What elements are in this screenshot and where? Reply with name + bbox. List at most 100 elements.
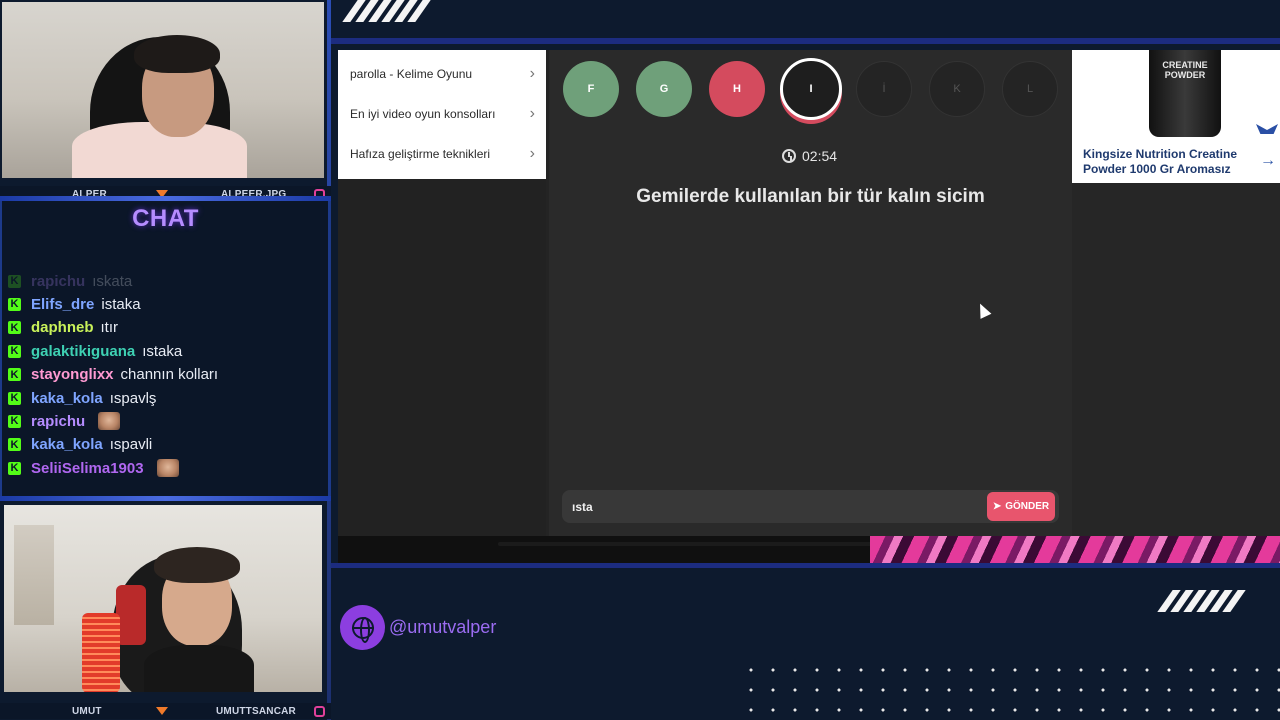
streamer-hair <box>154 547 240 583</box>
chevron-down-icon <box>156 707 168 715</box>
letter-label: F <box>587 83 595 95</box>
suggestion-label: En iyi video oyun konsolları <box>350 107 496 121</box>
name-bar-bottom: UMUT UMUTTSANCAR <box>0 703 331 719</box>
game-board <box>549 50 1072 536</box>
question-text: Gemilerde kullanılan bir tür kalın sicim <box>636 186 985 207</box>
kick-badge-icon: K <box>8 321 21 335</box>
streamer-hair <box>134 35 220 73</box>
chat-message: Krapichu <box>8 411 121 431</box>
chat-message: Kkaka_kola ıspavli <box>8 435 152 455</box>
chevron-right-icon: › <box>529 105 535 122</box>
chat-username[interactable]: galaktikiguana <box>31 343 135 360</box>
chat-title: CHAT <box>132 205 199 232</box>
product-image: CREATINE POWDER <box>1149 50 1221 137</box>
answer-box: ➤ GÖNDER <box>562 490 1059 523</box>
kick-badge-icon: K <box>8 368 21 382</box>
suggestion-item[interactable]: En iyi video oyun konsolları › <box>350 94 535 134</box>
letter-circle-done: G <box>636 61 692 117</box>
kick-badge-icon: K <box>8 438 21 452</box>
letter-circle-pending: L <box>1002 61 1058 117</box>
kick-badge-icon: K <box>8 274 21 288</box>
microphone <box>82 613 120 692</box>
letter-label: H <box>733 83 741 95</box>
chat-message: K Elifs_dre istaka <box>8 294 141 314</box>
letter-circle-active: I <box>780 58 842 120</box>
chair-red-accent <box>116 585 146 645</box>
chat-username[interactable]: stayonglixx <box>31 366 114 383</box>
send-button[interactable]: ➤ GÖNDER <box>987 492 1055 521</box>
chat-top-divider <box>0 196 331 201</box>
chat-username[interactable]: Elifs_dre <box>31 296 94 313</box>
suggestion-label: parolla - Kelime Oyunu <box>350 67 473 81</box>
chat-username[interactable]: kaka_kola <box>31 436 103 453</box>
kick-badge-icon: K <box>8 461 21 475</box>
brand-logo-icon <box>1256 124 1278 134</box>
suggestion-item[interactable]: Hafıza geliştirme teknikleri › <box>350 134 535 174</box>
streamer-name-bottom: UMUT <box>72 705 102 717</box>
instagram-icon <box>314 706 325 717</box>
kick-badge-icon: K <box>8 344 21 358</box>
shelf-decor <box>14 525 54 625</box>
chat-text: ıtır <box>100 319 119 337</box>
social-handle-text: @umutvalper <box>389 617 497 637</box>
streamer-shirt <box>144 645 254 692</box>
chat-username[interactable]: SeliiSelima1903 <box>31 460 144 477</box>
send-label: GÖNDER <box>1005 501 1050 512</box>
kick-badge-icon: K <box>8 391 21 405</box>
chat-text: ıspavlş <box>109 389 157 407</box>
horizontal-scrollbar[interactable] <box>498 542 903 546</box>
timer-value: 02:54 <box>802 148 838 164</box>
suggestion-item[interactable]: parolla - Kelime Oyunu › <box>350 54 535 94</box>
chat-text: channın kolları <box>120 366 219 384</box>
top-divider-line <box>331 38 1280 44</box>
kick-badge-icon: K <box>8 297 21 311</box>
chat-username[interactable]: daphneb <box>31 319 94 336</box>
pink-banner-decor <box>870 536 1280 563</box>
webcam-umut <box>4 505 322 692</box>
globe-icon <box>340 605 385 650</box>
streamer-handle-bottom: UMUTTSANCAR <box>216 705 296 717</box>
chat-text: ıskata <box>92 272 133 290</box>
letter-label: L <box>1026 83 1034 95</box>
chevron-right-icon: › <box>529 145 535 162</box>
answer-input[interactable] <box>572 498 972 516</box>
letter-circle-wrong: H <box>709 61 765 117</box>
bottom-divider-line <box>331 563 1280 568</box>
product-ad[interactable]: CREATINE POWDER Kingsize Nutrition Creat… <box>1072 50 1280 183</box>
letter-circle-pending: İ <box>856 61 912 117</box>
suggestion-list: parolla - Kelime Oyunu › En iyi video oy… <box>338 50 546 179</box>
chat-text: istaka <box>101 295 141 313</box>
social-handle: @umutvalper <box>340 605 496 650</box>
chat-text: ıspavli <box>109 436 153 454</box>
chevron-right-icon: › <box>529 65 535 82</box>
chat-message: Kstayonglixx channın kolları <box>8 365 218 385</box>
letter-label: I <box>809 83 813 95</box>
suggestion-label: Hafıza geliştirme teknikleri <box>350 147 491 161</box>
browser-bottom-strip <box>338 536 1280 563</box>
chat-username[interactable]: rapichu <box>31 273 85 290</box>
chat-username[interactable]: rapichu <box>31 413 85 430</box>
product-label: CREATINE POWDER <box>1162 60 1208 80</box>
ad-title[interactable]: Kingsize Nutrition Creatine Powder 1000 … <box>1083 147 1253 177</box>
right-sidebar-bg <box>1072 183 1280 536</box>
top-stripes-decor <box>342 0 431 22</box>
left-sidebar-bg <box>338 178 546 536</box>
letter-label: G <box>659 83 669 95</box>
chat-text: ıstaka <box>142 342 183 360</box>
kick-badge-icon: K <box>8 414 21 428</box>
emote-icon <box>156 459 179 478</box>
webcam-alper <box>2 2 324 178</box>
emote-icon <box>98 412 121 431</box>
chat-username[interactable]: kaka_kola <box>31 390 103 407</box>
chat-message: Kkaka_kola ıspavlş <box>8 388 156 408</box>
send-icon: ➤ <box>992 501 1002 512</box>
timer: 02:54 <box>782 148 837 164</box>
dot-pattern-decor <box>740 660 1280 720</box>
letter-label: K <box>953 83 961 95</box>
chat-message: Krapichu ıskata <box>8 271 132 291</box>
letter-label: İ <box>882 83 886 95</box>
clock-icon <box>782 149 796 163</box>
letter-circle-pending: K <box>929 61 985 117</box>
arrow-right-icon[interactable]: → <box>1260 152 1276 170</box>
chat-message: Kgalaktikiguana ıstaka <box>8 341 182 361</box>
